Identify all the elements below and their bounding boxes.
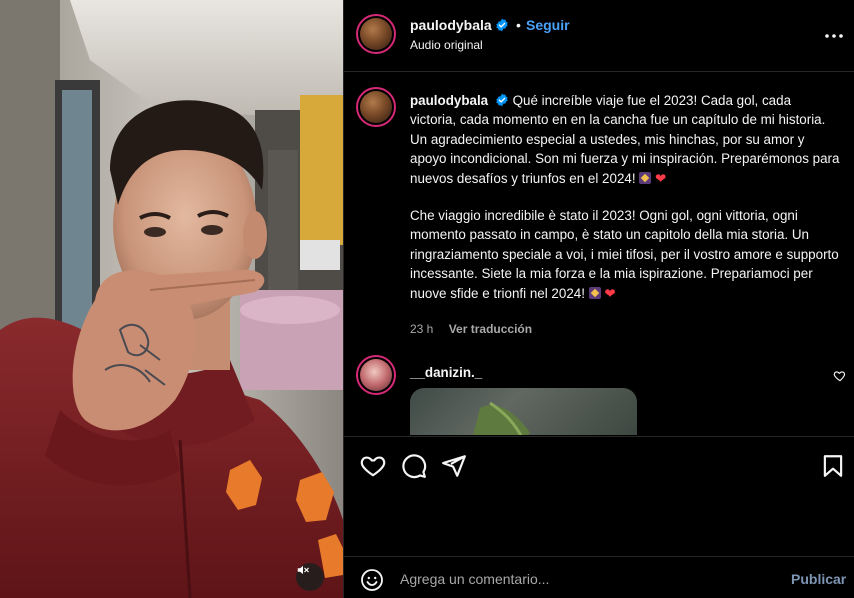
caption-text: paulodybala Qué increíble viaje fue el 2…	[410, 91, 840, 303]
caption-avatar[interactable]	[356, 87, 396, 127]
muted-speaker-icon	[297, 565, 309, 575]
heart-emoji: ❤	[655, 170, 667, 186]
post-details-panel: paulodybala • Seguir Audio original paul…	[343, 0, 854, 598]
comment-icon[interactable]	[401, 453, 427, 479]
post-time[interactable]: 23 h	[410, 322, 433, 336]
heart-emoji: ❤	[604, 285, 616, 301]
author-username[interactable]: paulodybala	[410, 17, 509, 33]
audio-label[interactable]: Audio original	[410, 38, 483, 52]
comment-media[interactable]	[410, 388, 637, 435]
author-username-text[interactable]: paulodybala	[410, 17, 492, 33]
mute-button[interactable]	[296, 563, 324, 591]
caption-username[interactable]: paulodybala	[410, 93, 488, 108]
verified-badge-icon	[495, 18, 508, 32]
commenter-username[interactable]: __danizin._	[410, 365, 482, 380]
comments-section[interactable]: paulodybala Qué increíble viaje fue el 2…	[344, 73, 854, 435]
video-frame	[0, 0, 343, 598]
bookmark-icon[interactable]	[820, 453, 846, 479]
header-separator: •	[516, 17, 521, 33]
caption-meta: 23 h Ver traducción	[410, 322, 532, 336]
add-comment-bar: Publicar	[344, 556, 854, 598]
post-actions	[344, 436, 854, 556]
follow-button[interactable]: Seguir	[526, 17, 570, 33]
more-options-icon[interactable]	[822, 24, 846, 48]
emoji-icon[interactable]	[360, 568, 384, 592]
sparkle-emoji-icon	[639, 171, 652, 184]
heart-icon[interactable]	[833, 369, 847, 383]
verified-badge-icon	[496, 93, 508, 107]
author-avatar[interactable]	[356, 14, 396, 54]
see-translation-button[interactable]: Ver traducción	[449, 322, 532, 336]
commenter-avatar[interactable]	[356, 355, 396, 395]
heart-icon[interactable]	[360, 453, 386, 479]
caption-text-it: Che viaggio incredibile è stato il 2023!…	[410, 208, 839, 301]
caption-paragraph-it: Che viaggio incredibile è stato il 2023!…	[410, 206, 840, 303]
post-media[interactable]	[0, 0, 343, 598]
publish-button[interactable]: Publicar	[791, 571, 846, 587]
sparkle-emoji-icon	[588, 286, 601, 299]
comment-media-image	[473, 401, 530, 435]
caption-paragraph-es: paulodybala Qué increíble viaje fue el 2…	[410, 91, 840, 188]
comment-input[interactable]	[400, 566, 770, 592]
send-icon[interactable]	[441, 453, 467, 479]
post-header: paulodybala • Seguir Audio original	[344, 0, 854, 72]
